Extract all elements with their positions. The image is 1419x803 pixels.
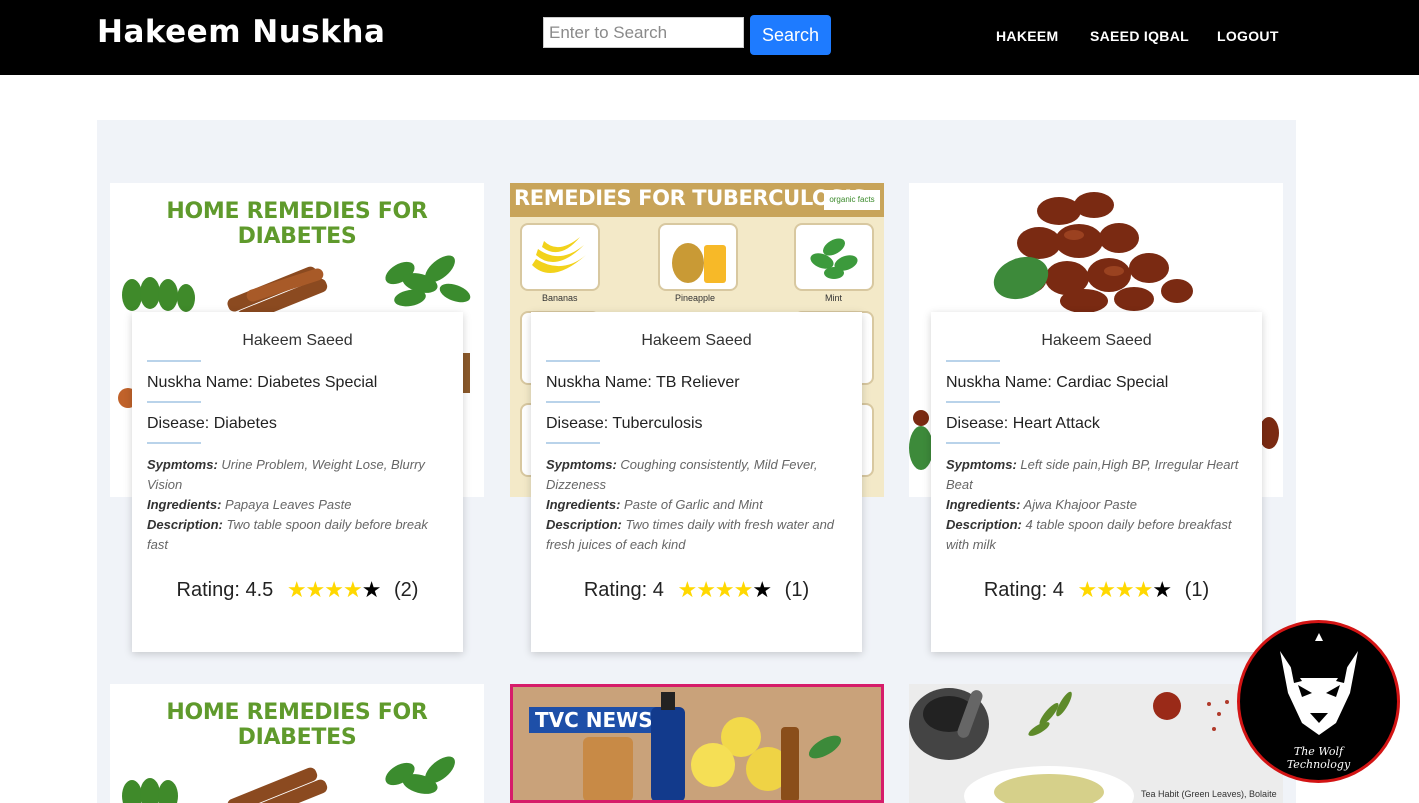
disease-value: Diabetes: [213, 415, 277, 432]
rating-value: 4: [652, 579, 664, 601]
ingredients-label: Ingredients:: [946, 497, 1021, 512]
symptoms-label: Sypmtoms:: [946, 457, 1017, 472]
nuskha-name-value: Diabetes Special: [257, 374, 378, 391]
rating: Rating: 4.5 ★★★★★ (2): [132, 577, 463, 603]
watermark-text: The Wolf Technology: [1240, 745, 1397, 771]
nuskha-name-value: TB Reliever: [655, 374, 740, 391]
rating-label: Rating:: [583, 579, 648, 601]
wolf-technology-watermark: The Wolf Technology: [1237, 620, 1400, 783]
nuskha-name-label: Nuskha Name:: [546, 374, 652, 391]
description-label: Description:: [147, 517, 223, 532]
rating: Rating: 4 ★★★★★ (1): [931, 577, 1262, 603]
mint-picture: [794, 223, 874, 291]
divider: [147, 401, 201, 403]
description-label: Description:: [546, 517, 622, 532]
hakeem-name: Hakeem Saeed: [1041, 332, 1152, 349]
nuskha-name: Nuskha Name: Cardiac Special: [946, 374, 1168, 392]
symptoms-label: Sypmtoms:: [546, 457, 617, 472]
rating: Rating: 4 ★★★★★ (1): [531, 577, 862, 603]
oils-illustration: [583, 692, 842, 800]
watermark-line-1: The Wolf: [1293, 745, 1344, 758]
disease-label: Disease:: [147, 415, 210, 432]
brand-logo[interactable]: Hakeem Nuskha: [97, 14, 385, 50]
fruit-label: Mint: [825, 293, 843, 303]
ingredients-value: Ajwa Khajoor Paste: [1023, 497, 1137, 512]
divider: [147, 360, 201, 362]
nav-link-saeed-iqbal[interactable]: SAEED IQBAL: [1090, 28, 1189, 44]
disease-label: Disease:: [546, 415, 609, 432]
search-button[interactable]: Search: [750, 15, 831, 55]
disease-value: Tuberculosis: [612, 415, 703, 432]
divider: [147, 442, 201, 444]
nuskha-name: Nuskha Name: TB Reliever: [546, 374, 740, 392]
pineapple-picture: [658, 223, 738, 291]
nuskha-card[interactable]: Hakeem Saeed Nuskha Name: Diabetes Speci…: [132, 312, 463, 652]
rating-stars[interactable]: ★★★★★: [1077, 577, 1172, 603]
bananas-picture: [520, 223, 600, 291]
fruit-label: Bananas: [542, 293, 578, 303]
disease: Disease: Tuberculosis: [546, 415, 703, 433]
divider: [946, 401, 1000, 403]
image-caption: Tea Habit (Green Leaves), Bolaite: [1141, 789, 1277, 799]
search-input[interactable]: [543, 17, 744, 48]
organic-facts-logo: organic facts: [824, 190, 880, 210]
symptoms: Sypmtoms: Left side pain,High BP, Irregu…: [946, 455, 1246, 495]
nuskha-details: Sypmtoms: Coughing consistently, Mild Fe…: [546, 455, 846, 555]
rating-value: 4.5: [245, 579, 274, 601]
diabetes-remedy-image[interactable]: HOME REMEDIES FOR DIABETES: [110, 684, 484, 803]
mortar-illustration: [909, 688, 1229, 803]
rating-value: 4: [1052, 579, 1064, 601]
ingredients-value: Paste of Garlic and Mint: [624, 497, 763, 512]
nuskha-details: Sypmtoms: Urine Problem, Weight Lose, Bl…: [147, 455, 447, 555]
rating-label: Rating:: [983, 579, 1048, 601]
description: Description: Two times daily with fresh …: [546, 515, 846, 555]
ingredients-value: Papaya Leaves Paste: [225, 497, 352, 512]
symptoms: Sypmtoms: Urine Problem, Weight Lose, Bl…: [147, 455, 447, 495]
rating-count: (1): [1184, 579, 1210, 601]
rating-label: Rating:: [176, 579, 240, 601]
rating-stars[interactable]: ★★★★★: [677, 577, 772, 603]
ingredients: Ingredients: Ajwa Khajoor Paste: [946, 495, 1246, 515]
nuskha-details: Sypmtoms: Left side pain,High BP, Irregu…: [946, 455, 1246, 555]
divider: [946, 442, 1000, 444]
description: Description: 4 table spoon daily before …: [946, 515, 1246, 555]
nuskha-name: Nuskha Name: Diabetes Special: [147, 374, 377, 392]
herbal-oils-news-image[interactable]: TVC NEWS: [510, 684, 884, 803]
ingredients: Ingredients: Paste of Garlic and Mint: [546, 495, 846, 515]
disease-label: Disease:: [946, 415, 1009, 432]
navbar: Hakeem Nuskha Search HAKEEM SAEED IQBAL …: [0, 0, 1419, 75]
disease: Disease: Heart Attack: [946, 415, 1100, 433]
herbs-illustration: [122, 756, 455, 803]
ingredients-label: Ingredients:: [147, 497, 222, 512]
disease-value: Heart Attack: [1012, 415, 1100, 432]
ingredients-label: Ingredients:: [546, 497, 621, 512]
rating-count: (1): [784, 579, 810, 601]
symptoms-label: Sypmtoms:: [147, 457, 218, 472]
tea-herbs-image[interactable]: Tea Habit (Green Leaves), Bolaite: [909, 684, 1283, 803]
nav-link-logout[interactable]: LOGOUT: [1217, 28, 1279, 44]
image-banner: REMEDIES FOR TUBERCULOSIS organic facts: [510, 183, 884, 217]
description: Description: Two table spoon daily befor…: [147, 515, 447, 555]
rating-count: (2): [394, 579, 419, 601]
nav-link-hakeem[interactable]: HAKEEM: [996, 28, 1058, 44]
rating-stars[interactable]: ★★★★★: [287, 577, 382, 603]
divider: [546, 360, 600, 362]
fruit-label: Pineapple: [675, 293, 716, 303]
description-label: Description:: [946, 517, 1022, 532]
nuskha-name-label: Nuskha Name:: [946, 374, 1052, 391]
nuskha-name-value: Cardiac Special: [1056, 374, 1169, 391]
hakeem-name: Hakeem Saeed: [242, 332, 353, 349]
watermark-line-2: Technology: [1286, 758, 1351, 771]
nuskha-card[interactable]: Hakeem Saeed Nuskha Name: Cardiac Specia…: [931, 312, 1262, 652]
hakeem-name: Hakeem Saeed: [641, 332, 752, 349]
image-title: REMEDIES FOR TUBERCULOSIS: [514, 186, 867, 210]
symptoms: Sypmtoms: Coughing consistently, Mild Fe…: [546, 455, 846, 495]
nuskha-card[interactable]: Hakeem Saeed Nuskha Name: TB Reliever Di…: [531, 312, 862, 652]
divider: [946, 360, 1000, 362]
divider: [546, 442, 600, 444]
disease: Disease: Diabetes: [147, 415, 277, 433]
ingredients: Ingredients: Papaya Leaves Paste: [147, 495, 447, 515]
divider: [546, 401, 600, 403]
nuskha-name-label: Nuskha Name:: [147, 374, 253, 391]
